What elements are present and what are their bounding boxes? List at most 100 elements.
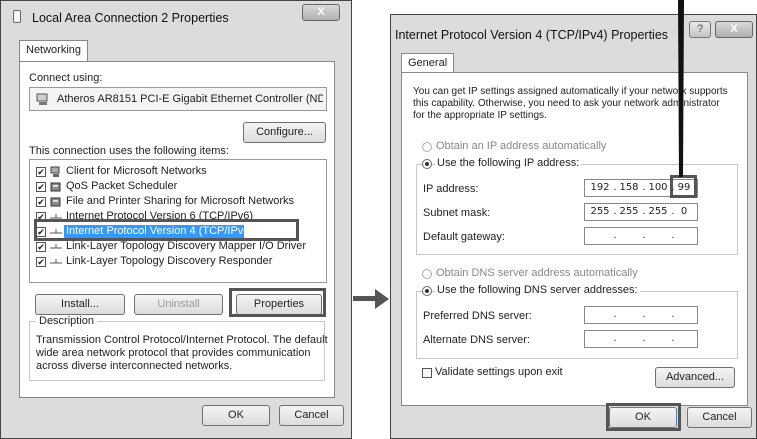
item-label: QoS Packet Scheduler — [66, 180, 178, 192]
highlight-last-octet — [670, 175, 697, 198]
subnet-octet-3: 255 — [648, 206, 668, 217]
ok-button[interactable]: OK — [202, 405, 270, 426]
adapter-field: Atheros AR8151 PCI-E Gigabit Ethernet Co… — [29, 87, 327, 111]
ip-dot: . — [613, 309, 617, 320]
uninstall-button[interactable]: Uninstall — [134, 294, 223, 315]
use-following-ip-label: Use the following IP address: — [435, 157, 582, 169]
item-label: Link-Layer Topology Discovery Mapper I/O… — [66, 240, 307, 252]
ip-dot: . — [642, 309, 646, 320]
items-label: This connection uses the following items… — [29, 145, 229, 157]
cancel-button-label: Cancel — [702, 411, 737, 423]
advanced-button[interactable]: Advanced... — [655, 367, 735, 388]
list-item[interactable]: ✔ File and Printer Sharing for Microsoft… — [30, 195, 326, 209]
dns-settings-group — [416, 291, 738, 359]
file-sharing-icon — [50, 197, 61, 207]
protocol-icon — [50, 244, 62, 249]
list-item[interactable]: ✔ QoS Packet Scheduler — [30, 180, 326, 194]
list-item[interactable]: ✔ Link-Layer Topology Discovery Responde… — [30, 255, 326, 269]
list-item[interactable]: ✔ Link-Layer Topology Discovery Mapper I… — [30, 240, 326, 254]
protocol-icon — [50, 259, 62, 264]
pointer-line — [678, 0, 684, 177]
item-label: Link-Layer Topology Discovery Responder — [66, 255, 273, 267]
tab-general-label: General — [408, 57, 448, 69]
close-icon: X — [730, 23, 738, 35]
alternate-dns-input[interactable]: . . . — [584, 330, 698, 348]
window-title: Internet Protocol Version 4 (TCP/IPv4) P… — [395, 28, 669, 42]
description-line-2: wide area network protocol that provides… — [36, 347, 311, 359]
validate-label: Validate settings upon exit — [435, 366, 563, 378]
tab-networking-label: Networking — [26, 44, 82, 56]
obtain-dns-auto-radio[interactable] — [422, 269, 432, 279]
ip-octet-3: 100 — [648, 182, 668, 193]
ipv4-properties-window: Internet Protocol Version 4 (TCP/IPv4) P… — [390, 14, 757, 439]
item-label: File and Printer Sharing for Microsoft N… — [66, 195, 295, 207]
highlight-ok-button — [606, 403, 681, 431]
item-checkbox[interactable]: ✔ — [36, 182, 46, 192]
ip-dot: . — [671, 230, 675, 241]
configure-button-label: Configure... — [256, 126, 313, 138]
obtain-dns-auto-label: Obtain DNS server address automatically — [436, 267, 638, 279]
ip-dot: . — [613, 333, 617, 344]
ok-button-label: OK — [228, 409, 244, 421]
close-icon: X — [317, 6, 325, 18]
use-following-dns-radio[interactable] — [422, 286, 432, 296]
list-item[interactable]: ✔ Client for Microsoft Networks — [30, 165, 326, 179]
ip-dot: . — [671, 333, 675, 344]
cancel-button-label: Cancel — [294, 409, 329, 421]
use-following-ip-radio[interactable] — [422, 159, 432, 169]
ip-dot: . — [642, 230, 646, 241]
item-checkbox[interactable]: ✔ — [36, 257, 46, 267]
highlight-properties-button — [229, 288, 326, 317]
close-button[interactable]: X — [715, 21, 753, 38]
arrow-right-icon — [353, 289, 389, 309]
subnet-octet-2: 255 — [619, 206, 639, 217]
alternate-dns-label: Alternate DNS server: — [423, 334, 530, 346]
preferred-dns-label: Preferred DNS server: — [423, 310, 532, 322]
ip-dot: . — [613, 230, 617, 241]
help-button[interactable]: ? — [689, 21, 711, 38]
item-checkbox[interactable]: ✔ — [36, 167, 46, 177]
obtain-ip-auto-label: Obtain an IP address automatically — [436, 140, 607, 152]
highlight-ipv4-item — [34, 219, 299, 241]
description-line-3: across diverse interconnected networks. — [36, 360, 233, 372]
item-checkbox[interactable]: ✔ — [36, 242, 46, 252]
network-client-icon — [50, 166, 60, 177]
subnet-octet-1: 255 — [590, 206, 610, 217]
subnet-label: Subnet mask: — [423, 207, 491, 219]
subnet-octet-4: 0 — [680, 206, 688, 217]
advanced-button-label: Advanced... — [665, 371, 725, 383]
validate-checkbox[interactable] — [422, 368, 432, 378]
cancel-button[interactable]: Cancel — [687, 407, 752, 428]
subnet-input[interactable]: 255 . 255 . 255 . 0 — [584, 203, 698, 221]
ip-address-label: IP address: — [423, 183, 479, 195]
adapter-name: Atheros AR8151 PCI-E Gigabit Ethernet Co… — [57, 93, 323, 105]
gateway-input[interactable]: . . . — [584, 227, 698, 245]
connect-using-label: Connect using: — [29, 72, 103, 84]
description-label: Description — [36, 315, 98, 327]
gateway-label: Default gateway: — [423, 231, 505, 243]
install-button[interactable]: Install... — [35, 294, 125, 315]
general-panel: You can get IP settings assigned automat… — [401, 72, 748, 406]
network-adapter-icon — [36, 93, 48, 105]
ip-dot: . — [671, 309, 675, 320]
item-label: Client for Microsoft Networks — [66, 165, 207, 177]
intro-line-3: for the appropriate IP settings. — [413, 110, 547, 121]
scheduler-icon — [50, 182, 61, 192]
install-button-label: Install... — [61, 298, 99, 310]
window-title: Local Area Connection 2 Properties — [32, 11, 229, 25]
description-line-1: Transmission Control Protocol/Internet P… — [36, 334, 328, 346]
item-checkbox[interactable]: ✔ — [36, 197, 46, 207]
close-button[interactable]: X — [302, 4, 340, 21]
window-icon — [13, 10, 21, 23]
tab-general[interactable]: General — [401, 53, 455, 73]
obtain-ip-auto-radio[interactable] — [422, 142, 432, 152]
ip-octet-2: 158 — [619, 182, 639, 193]
use-following-dns-label: Use the following DNS server addresses: — [435, 284, 640, 296]
uninstall-button-label: Uninstall — [157, 298, 200, 310]
cancel-button[interactable]: Cancel — [279, 405, 344, 426]
tab-networking[interactable]: Networking — [19, 40, 89, 62]
configure-button[interactable]: Configure... — [243, 122, 326, 143]
ip-dot: . — [642, 333, 646, 344]
preferred-dns-input[interactable]: . . . — [584, 306, 698, 324]
ip-octet-1: 192 — [590, 182, 610, 193]
